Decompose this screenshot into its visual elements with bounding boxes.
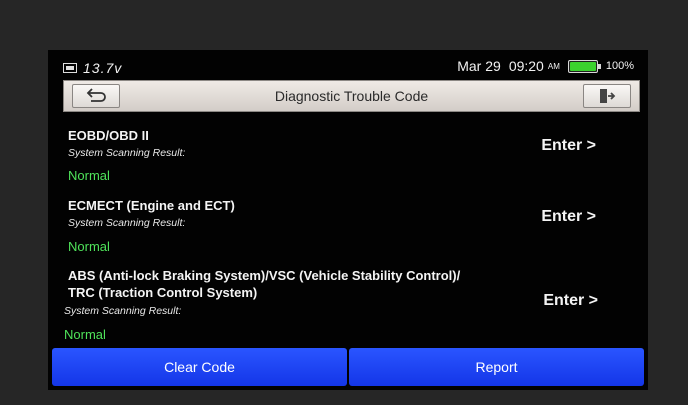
voltage-value: 13.7v (83, 60, 123, 76)
enter-button[interactable]: Enter > (541, 137, 596, 155)
device-bezel: 13.7v Mar 29 09:20 AM 100% Diagnostic Tr… (0, 0, 688, 405)
exit-button[interactable] (583, 84, 631, 108)
clear-code-button[interactable]: Clear Code (52, 348, 347, 386)
enter-button[interactable]: Enter > (541, 208, 596, 226)
exit-door-icon (600, 89, 616, 103)
battery-icon (567, 59, 601, 73)
scan-result-status: Normal (68, 239, 110, 254)
battery-fill (569, 61, 596, 71)
system-name-line2: TRC (Traction Control System) (68, 285, 258, 300)
status-ampm: AM (547, 61, 560, 71)
voltage-indicator: 13.7v (63, 60, 122, 76)
report-button[interactable]: Report (349, 348, 644, 386)
system-name: EOBD/OBD II (68, 128, 149, 143)
enter-button[interactable]: Enter > (543, 292, 598, 310)
scan-result-status: Normal (68, 168, 110, 183)
system-name: ABS (Anti-lock Braking System)/VSC (Vehi… (68, 268, 461, 283)
status-time: 09:20 (508, 58, 544, 74)
bottom-button-bar: Clear Code Report (52, 348, 644, 386)
status-right: Mar 29 09:20 AM 100% (457, 58, 634, 74)
status-bar: 13.7v Mar 29 09:20 AM 100% (48, 50, 648, 80)
car-battery-icon (63, 63, 77, 73)
scan-result-label: System Scanning Result: (68, 217, 186, 229)
system-name: ECMECT (Engine and ECT) (68, 198, 235, 213)
page-title: Diagnostic Trouble Code (274, 88, 429, 104)
battery-percent: 100% (605, 60, 634, 72)
scan-result-label: System Scanning Result: (68, 147, 186, 159)
scan-result-status: Normal (64, 327, 106, 342)
title-bar: Diagnostic Trouble Code (63, 80, 640, 112)
status-date: Mar 29 (457, 58, 501, 74)
screen: 13.7v Mar 29 09:20 AM 100% Diagnostic Tr… (48, 50, 648, 390)
scan-result-label: System Scanning Result: (64, 305, 182, 317)
